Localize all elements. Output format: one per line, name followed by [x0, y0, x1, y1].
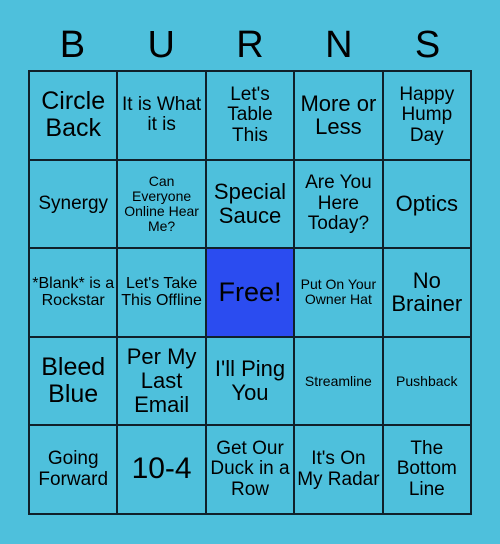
bingo-cell-label: I'll Ping You	[214, 356, 286, 406]
bingo-cell[interactable]: Pushback	[383, 337, 472, 427]
bingo-cell[interactable]: The Bottom Line	[383, 426, 472, 515]
bingo-cell[interactable]: Put On Your Owner Hat	[295, 249, 384, 338]
bingo-header-letter-b: B	[59, 24, 86, 66]
bingo-cell-label: Happy Hump Day	[399, 83, 455, 146]
bingo-cell-label: Let's Take This Offline	[121, 275, 202, 310]
bingo-cell[interactable]: Per My Last Email	[118, 337, 207, 427]
bingo-cell-label: 10-4	[131, 452, 192, 486]
bingo-cell-label: Let's Table This	[227, 83, 273, 146]
bingo-header-letter-n: N	[325, 24, 353, 66]
bingo-card: B U R N S Circle Back It is What it is Let's T…	[0, 0, 500, 544]
bingo-cell[interactable]: Let's Take This Offline	[118, 249, 207, 338]
bingo-cell[interactable]: More or Less	[295, 72, 384, 161]
bingo-cell[interactable]: Circle Back	[30, 72, 119, 161]
bingo-cell[interactable]: Going Forward	[30, 426, 119, 515]
bingo-cell[interactable]: Can Everyone Online Hear Me?	[118, 160, 207, 250]
bingo-cell[interactable]: Happy Hump Day	[383, 72, 472, 161]
bingo-cell[interactable]: Get Our Duck in a Row	[206, 426, 296, 515]
bingo-cell-label: Bleed Blue	[41, 353, 106, 409]
bingo-cell-label: Circle Back	[41, 87, 106, 143]
bingo-cell[interactable]: Optics	[383, 160, 472, 250]
bingo-cell-label: Put On Your Owner Hat	[300, 276, 377, 308]
bingo-cell-label: It's On My Radar	[297, 448, 380, 490]
bingo-cell[interactable]: *Blank* is a Rockstar	[30, 249, 119, 338]
bingo-cell-label: Streamline	[304, 372, 372, 389]
bingo-header-letter-r: R	[236, 24, 264, 66]
bingo-cell[interactable]: Are You Here Today?	[295, 160, 384, 250]
bingo-cell[interactable]: Let's Table This	[206, 72, 296, 161]
bingo-cell-label: Can Everyone Online Hear Me?	[124, 172, 199, 234]
bingo-cell-label: Are You Here Today?	[305, 172, 372, 235]
bingo-cell[interactable]: Synergy	[30, 160, 119, 250]
bingo-cell-label: Get Our Duck in a Row	[210, 437, 290, 500]
bingo-cell[interactable]: No Brainer	[383, 249, 472, 338]
bingo-cell-label: Per My Last Email	[126, 344, 197, 417]
bingo-cell-label: Going Forward	[38, 448, 109, 490]
bingo-cell[interactable]: Bleed Blue	[30, 337, 119, 427]
bingo-header-letter-u: U	[147, 24, 175, 66]
bingo-cell-label: More or Less	[300, 90, 377, 140]
bingo-cell[interactable]: 10-4	[118, 426, 207, 515]
bingo-cell-label: It is What it is	[122, 93, 202, 136]
bingo-cell-label: Free!	[218, 276, 282, 307]
bingo-cell-free[interactable]: Free!	[206, 249, 296, 338]
bingo-cell-label: Special Sauce	[213, 179, 287, 228]
bingo-cell-label: *Blank* is a Rockstar	[32, 275, 115, 310]
bingo-cell[interactable]: It is What it is	[118, 72, 207, 161]
bingo-cell-label: Optics	[395, 191, 458, 217]
bingo-cell[interactable]: Special Sauce	[206, 160, 296, 250]
bingo-cell-label: No Brainer	[391, 267, 463, 317]
bingo-grid: Circle Back It is What it is Let's Table T…	[28, 70, 472, 515]
bingo-header: BURNS	[28, 22, 472, 68]
bingo-cell-label: The Bottom Line	[396, 437, 457, 500]
bingo-cell[interactable]: It's On My Radar	[295, 426, 384, 515]
bingo-cell-label: Synergy	[38, 192, 109, 214]
bingo-header-letter-s: S	[414, 24, 441, 66]
bingo-cell-label: Pushback	[396, 372, 458, 389]
bingo-cell[interactable]: Streamline	[295, 337, 384, 427]
bingo-cell[interactable]: I'll Ping You	[206, 337, 296, 427]
